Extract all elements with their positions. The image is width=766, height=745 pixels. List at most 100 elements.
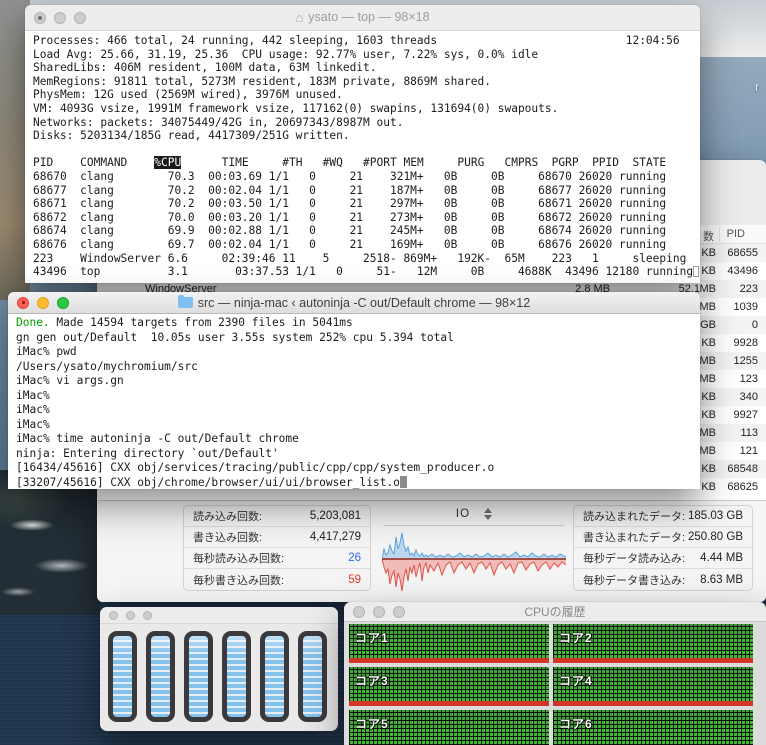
- disk-data-box: 読み込まれたデータ: 185.03 GB 書き込まれたデータ: 250.80 G…: [573, 505, 753, 591]
- stat-label: 読み込まれたデータ:: [583, 511, 686, 523]
- desktop: r 数 PID KB 68655 KB 43496 WindowServer 2…: [0, 0, 766, 745]
- stat-row: 読み込み回数: 5,203,081: [184, 506, 370, 527]
- titlebar[interactable]: [100, 607, 338, 624]
- mem-unit: GB: [700, 319, 716, 331]
- core-red-strip: [553, 701, 753, 706]
- terminal-line: Done. Made 14594 targets from 2390 files…: [16, 316, 692, 331]
- stat-label: 毎秒データ書き込み:: [583, 574, 686, 587]
- cpu-meter-6: [298, 631, 327, 722]
- zoom-button[interactable]: [143, 610, 152, 620]
- line-text: [33207/45616] CXX obj/chrome/browser/ui/…: [16, 475, 400, 489]
- column-divider: [719, 227, 720, 242]
- header-pre: PID COMMAND: [33, 156, 155, 170]
- terminal-top-window: ⌂ ysato — top — 98×18 Processes: 466 tota…: [25, 5, 700, 283]
- window-title: CPUの履歴: [524, 605, 586, 619]
- text-cursor: [399, 475, 407, 488]
- mem-unit: KB: [701, 391, 716, 403]
- folder-icon: [177, 294, 193, 308]
- stat-value: 8.63 MB: [700, 573, 743, 586]
- minimize-button[interactable]: [126, 610, 135, 620]
- process-row: 68670 clang 70.3 00:03.69 1/1 0 21 321M+…: [33, 169, 667, 183]
- core-red-strip: [349, 658, 549, 663]
- process-row: 43496 top 3.1 03:37.53 1/1 0 51- 12M 0B …: [33, 265, 700, 279]
- stat-value-writes-per-sec: 59: [348, 573, 361, 586]
- mem-unit: KB: [701, 409, 716, 421]
- io-graph-block: IO: [380, 505, 568, 601]
- core-label: コア6: [559, 717, 593, 731]
- cpu-meter-2: [146, 631, 175, 722]
- core-history-panel-2: コア2: [553, 624, 753, 663]
- process-row: 68677 clang 70.2 00:02.04 1/1 0 21 187M+…: [33, 183, 667, 197]
- terminal-line: iMac%: [16, 388, 50, 402]
- mem-unit: MB: [699, 427, 717, 439]
- mem-unit: MB: [699, 283, 717, 295]
- mem-unit: KB: [701, 337, 716, 349]
- home-folder-icon: ⌂: [295, 10, 304, 25]
- terminal-line: Load Avg: 25.66, 31.19, 25.36 CPU usage:…: [33, 47, 539, 61]
- titlebar[interactable]: ⌂ ysato — top — 98×18: [25, 5, 700, 31]
- stat-row: 読み込まれたデータ: 185.03 GB: [574, 506, 752, 527]
- terminal-line: iMac%: [16, 417, 50, 431]
- column-header-pid[interactable]: PID: [727, 228, 745, 240]
- pid-value: 340: [739, 391, 758, 403]
- close-button[interactable]: [109, 610, 118, 620]
- pid-value: 68548: [727, 463, 758, 475]
- stat-value: 5,203,081: [309, 510, 361, 522]
- terminal-line: iMac%: [16, 403, 50, 416]
- stat-value: 4,417,279: [309, 531, 361, 543]
- terminal-line: Disks: 5203134/185G read, 4417309/251G w…: [33, 129, 350, 143]
- mem-unit: MB: [699, 445, 717, 457]
- stat-row: 毎秒読み込み回数: 26: [184, 548, 370, 569]
- mem-unit: KB: [701, 265, 716, 277]
- pid-value: 43496: [727, 265, 758, 277]
- cpu-meter-1: [108, 631, 137, 722]
- io-separator: [384, 525, 564, 526]
- disk-stats-pane: 読み込み回数: 5,203,081 書き込み回数: 4,417,279 毎秒読み…: [97, 500, 766, 602]
- core-history-panel-3: コア3: [349, 667, 549, 706]
- text-cursor: [693, 266, 700, 278]
- titlebar[interactable]: src — ninja-mac ‹ autoninja -C out/Defau…: [8, 292, 700, 314]
- terminal-line: ninja: Entering directory `out/Default': [16, 446, 279, 460]
- io-popup-label[interactable]: IO: [456, 508, 470, 520]
- line-rest: Made 14594 targets from 2390 files in 50…: [49, 316, 353, 329]
- cpu-meter-window: [100, 607, 338, 731]
- stat-label: 毎秒読み込み回数:: [193, 553, 285, 565]
- terminal-line: iMac% time autoninja -C out/Default chro…: [16, 432, 299, 445]
- stat-value: 4.44 MB: [700, 552, 743, 564]
- mem-unit: KB: [701, 247, 716, 259]
- pid-value: 0: [751, 319, 758, 331]
- terminal-output[interactable]: Processes: 466 total, 24 running, 442 sl…: [25, 31, 700, 283]
- stat-label: 読み込み回数:: [193, 511, 263, 523]
- stat-value-reads-per-sec: 26: [348, 552, 361, 564]
- mem-unit: KB: [701, 463, 716, 475]
- terminal-line: Networks: packets: 34075449/42G in, 2069…: [33, 115, 404, 129]
- window-title: ⌂ ysato — top — 98×18: [295, 10, 430, 25]
- terminal-line: MemRegions: 91811 total, 5273M resident,…: [33, 74, 492, 88]
- terminal-line: Processes: 466 total, 24 running, 442 sl…: [33, 34, 680, 47]
- stat-row: 毎秒データ読み込み: 4.44 MB: [574, 548, 752, 569]
- mem-unit: MB: [699, 355, 717, 367]
- done-status: Done.: [16, 316, 50, 329]
- terminal-line: /Users/ysato/mychromium/src: [16, 359, 198, 373]
- stat-value: 250.80 GB: [688, 531, 743, 543]
- titlebar[interactable]: CPUの履歴: [344, 602, 766, 622]
- core-history-panel-6: コア6: [553, 710, 753, 745]
- terminal-line: [33207/45616] CXX obj/chrome/browser/ui/…: [16, 475, 692, 490]
- column-header-partial[interactable]: 数: [703, 228, 714, 244]
- pid-value: 9927: [733, 409, 758, 421]
- stat-row: 書き込まれたデータ: 250.80 GB: [574, 527, 752, 548]
- cpu-history-window: CPUの履歴 コア1 コア2 コア3 コア4 コア5 コア6: [344, 602, 766, 745]
- mem-unit: MB: [699, 373, 717, 385]
- core-label: コア2: [559, 631, 593, 645]
- desktop-icon-label-fragment[interactable]: r: [755, 80, 759, 94]
- stat-row: 毎秒書き込み回数: 59: [184, 569, 370, 590]
- pid-value: 68625: [727, 481, 758, 493]
- io-activity-graph: [382, 532, 566, 592]
- pid-value: 1039: [733, 301, 758, 313]
- terminal-line: [16434/45616] CXX obj/services/tracing/p…: [16, 461, 495, 474]
- process-row: 223 WindowServer 6.6 02:39:46 11 5 2518-…: [33, 251, 687, 265]
- pid-value: 1255: [733, 355, 758, 367]
- popup-chevrons-icon[interactable]: [484, 508, 493, 520]
- process-row: 68674 clang 69.9 00:02.88 1/1 0 21 245M+…: [33, 224, 667, 238]
- terminal-output[interactable]: Done. Made 14594 targets from 2390 files…: [8, 314, 700, 489]
